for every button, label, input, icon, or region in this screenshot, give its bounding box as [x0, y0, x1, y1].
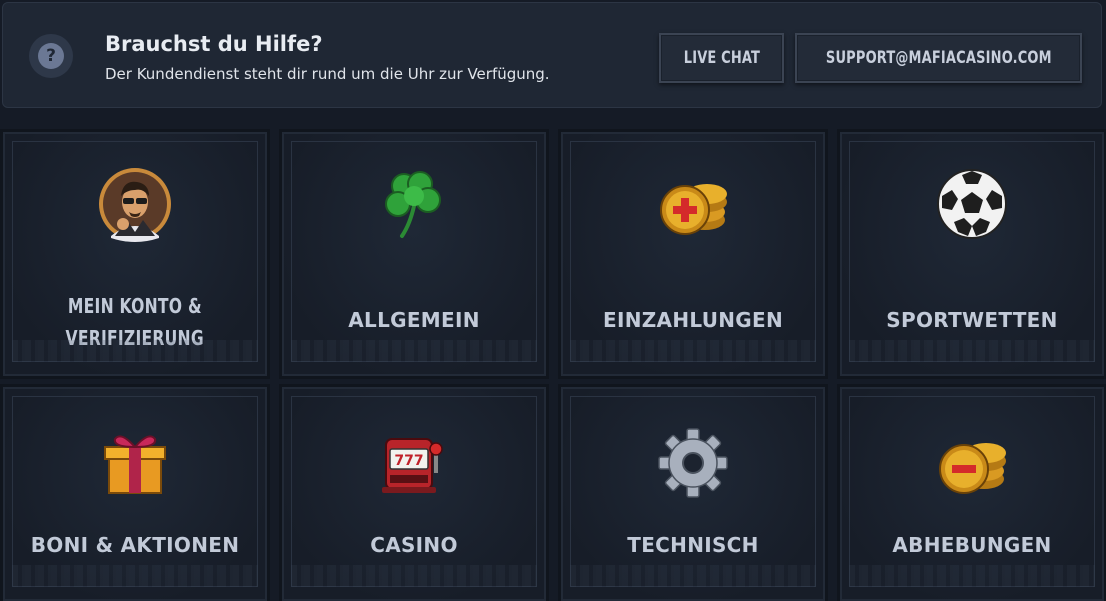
help-banner: ? Brauchst du Hilfe? Der Kundendienst st… — [2, 2, 1102, 108]
category-label: SPORTWETTEN — [886, 308, 1058, 332]
category-grid: MEIN KONTO & VERIFIZIERUNG ALLGEMEIN EIN… — [0, 128, 1106, 601]
coins-minus-icon — [939, 443, 1006, 494]
category-label: ABHEBUNGEN — [892, 533, 1052, 557]
category-tile-sports[interactable]: SPORTWETTEN — [840, 132, 1104, 376]
clover-icon — [385, 171, 441, 238]
category-tile-casino[interactable]: 777 CASINO — [282, 387, 546, 601]
category-label: MEIN KONTO & VERIFIZIERUNG — [65, 294, 205, 350]
soccer-ball-icon — [937, 169, 1007, 239]
help-title: Brauchst du Hilfe? — [105, 32, 323, 56]
category-tile-account[interactable]: MEIN KONTO & VERIFIZIERUNG — [3, 132, 267, 376]
category-tile-general[interactable]: ALLGEMEIN — [282, 132, 546, 376]
svg-text:777: 777 — [394, 453, 423, 469]
category-label: TECHNISCH — [627, 533, 759, 557]
slot-machine-icon: 777 — [382, 438, 443, 493]
support-email-label: SUPPORT@MAFIACASINO.COM — [825, 48, 1052, 68]
gear-icon — [658, 428, 728, 498]
category-label: ALLGEMEIN — [348, 308, 480, 332]
coins-plus-icon — [660, 184, 727, 235]
category-tile-technical[interactable]: TECHNISCH — [561, 387, 825, 601]
category-tile-bonuses[interactable]: BONI & AKTIONEN — [3, 387, 267, 601]
category-tile-withdrawals[interactable]: ABHEBUNGEN — [840, 387, 1104, 601]
category-label: CASINO — [370, 533, 458, 557]
help-subtitle: Der Kundendienst steht dir rund um die U… — [105, 65, 550, 83]
question-icon: ? — [29, 34, 73, 78]
support-email-button[interactable]: SUPPORT@MAFIACASINO.COM — [795, 33, 1082, 83]
live-chat-label: LIVE CHAT — [683, 48, 760, 68]
category-tile-deposits[interactable]: EINZAHLUNGEN — [561, 132, 825, 376]
mafioso-avatar-icon — [99, 168, 171, 242]
category-label: EINZAHLUNGEN — [603, 308, 783, 332]
gift-box-icon — [104, 435, 166, 494]
category-label: BONI & AKTIONEN — [30, 533, 240, 557]
live-chat-button[interactable]: LIVE CHAT — [659, 33, 784, 83]
